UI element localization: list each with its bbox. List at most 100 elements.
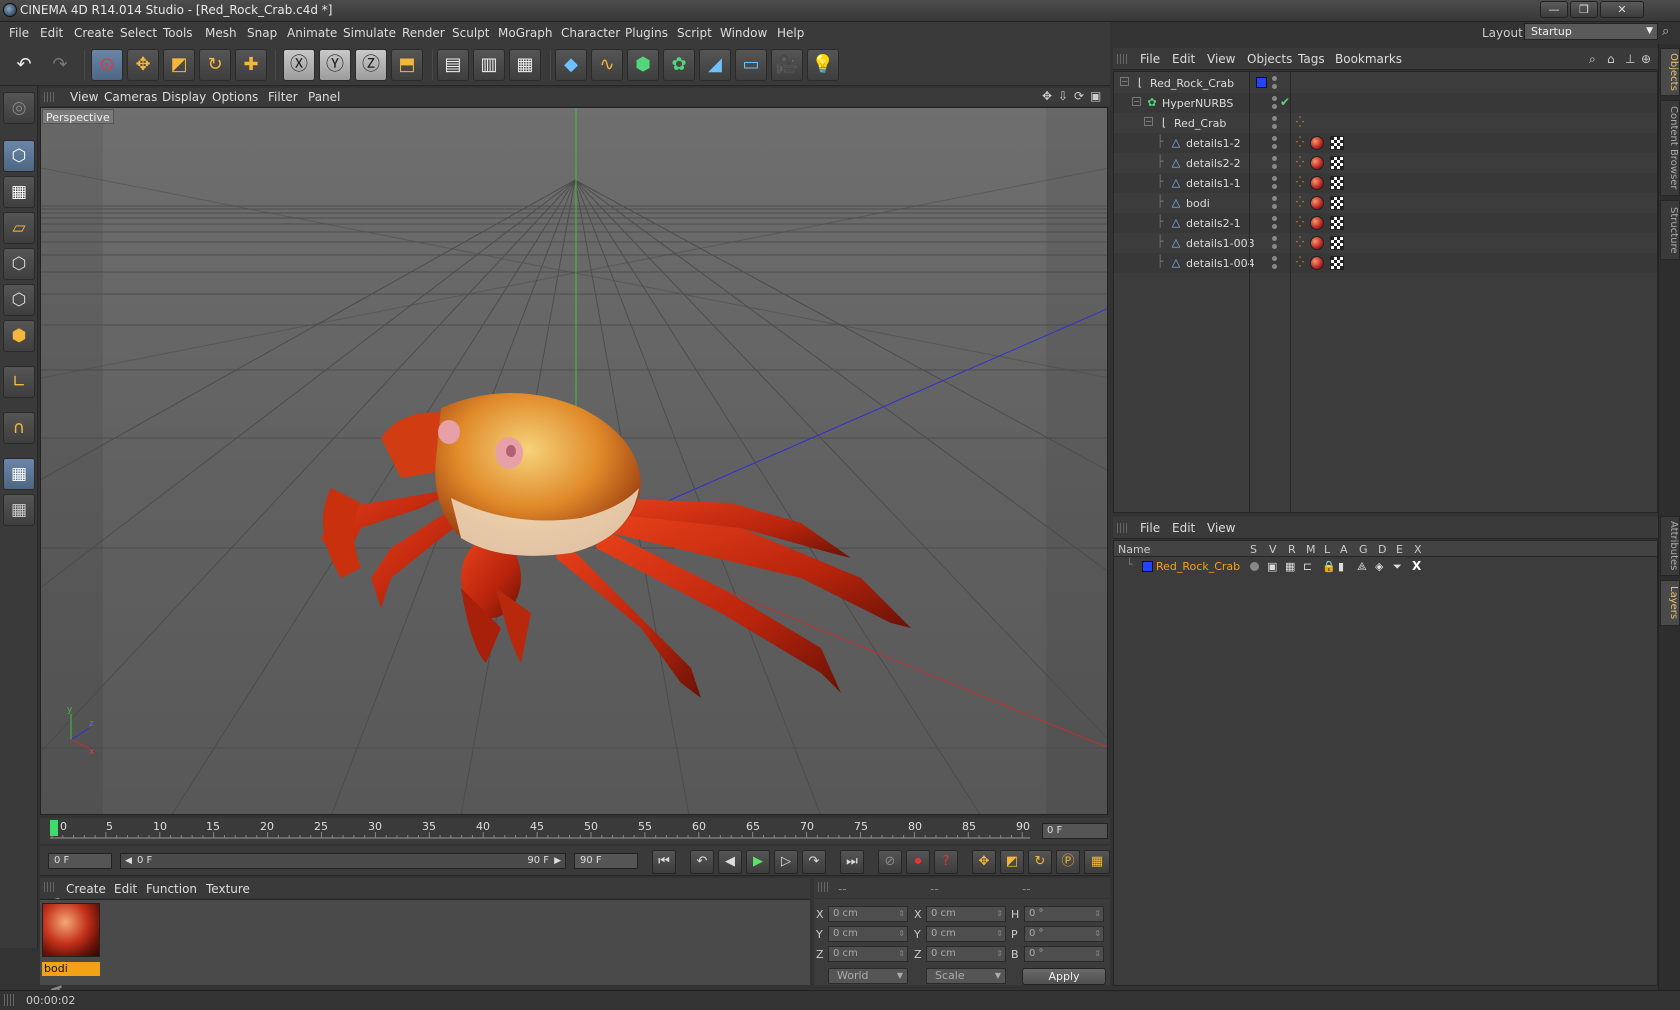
object-name[interactable]: details1-2 — [1186, 137, 1241, 150]
layer-col-animation[interactable]: A — [1340, 543, 1348, 556]
record-keys-icon[interactable]: ⊘ — [878, 850, 902, 874]
menu-mesh[interactable]: Mesh — [205, 26, 237, 40]
material-tag-icon[interactable] — [1310, 256, 1324, 270]
add-object-icon[interactable]: ✚ — [235, 49, 267, 81]
texture-mode-icon[interactable]: ▦ — [3, 176, 35, 208]
add-panel-icon[interactable]: ⊕ — [1641, 52, 1651, 66]
model-mode-icon[interactable]: ⬡ — [3, 140, 35, 172]
phong-tag-icon[interactable]: ⁛ — [1296, 158, 1306, 168]
lock-icon[interactable]: 🔒 — [1322, 560, 1336, 573]
key-parameter-icon[interactable]: Ⓟ — [1056, 850, 1080, 874]
position-z-field[interactable]: 0 cm — [828, 946, 908, 962]
maximize-button[interactable]: ❐ — [1570, 1, 1598, 18]
object-name[interactable]: HyperNURBS — [1162, 97, 1233, 110]
menu-mograph[interactable]: MoGraph — [498, 26, 553, 40]
layer-col-generators[interactable]: G — [1359, 543, 1368, 556]
object-row[interactable]: ├ △ details2-1 ⁛ — [1114, 213, 1657, 233]
object-name[interactable]: details2-2 — [1186, 157, 1241, 170]
rotate-icon[interactable]: ↻ — [199, 49, 231, 81]
layout-select[interactable]: Startup ▼ — [1524, 23, 1658, 40]
menu-sculpt[interactable]: Sculpt — [452, 26, 489, 40]
render-picture-viewer-icon[interactable]: ▥ — [473, 49, 505, 81]
render-view-icon[interactable]: ▤ — [437, 49, 469, 81]
hierarchy-icon[interactable]: ⊥ — [1625, 52, 1635, 66]
menu-file[interactable]: File — [9, 26, 29, 40]
end-frame-field[interactable]: 90 F — [574, 853, 638, 869]
coord-space-select[interactable]: World ▼ — [828, 968, 908, 984]
menu-plugins[interactable]: Plugins — [625, 26, 668, 40]
object-row[interactable]: ├ △ details1-1 ⁛ — [1114, 173, 1657, 193]
object-name[interactable]: Red_Rock_Crab — [1150, 77, 1234, 90]
object-row[interactable]: ├ △ bodi ⁛ — [1114, 193, 1657, 213]
menu-window[interactable]: Window — [720, 26, 767, 40]
viewport-menu-view[interactable]: View — [70, 90, 98, 104]
rotation-p-field[interactable]: 0 ° — [1024, 926, 1104, 942]
object-row[interactable]: ├ △ details2-2 ⁛ — [1114, 153, 1657, 173]
key-rotation-icon[interactable]: ↻ — [1028, 850, 1052, 874]
deformer-icon[interactable]: ◢ — [699, 49, 731, 81]
tab-content-browser[interactable]: Content Browser — [1660, 100, 1680, 196]
viewport-menu-panel[interactable]: Panel — [308, 90, 340, 104]
enabled-check-icon[interactable]: ✔ — [1280, 95, 1290, 109]
layer-col-manager[interactable]: M — [1306, 543, 1316, 556]
object-name[interactable]: details1-1 — [1186, 177, 1241, 190]
apply-button[interactable]: Apply — [1022, 968, 1106, 985]
home-icon[interactable]: ⌂ — [1607, 52, 1615, 66]
viewport-perspective[interactable]: y z x — [40, 107, 1108, 815]
autokey-icon[interactable]: ⏺ — [906, 850, 930, 874]
orbit-icon[interactable]: ⟳ — [1074, 89, 1084, 103]
menu-tools[interactable]: Tools — [163, 26, 193, 40]
material-tag-icon[interactable] — [1310, 176, 1324, 190]
phong-tag-icon[interactable]: ⁛ — [1296, 258, 1306, 268]
spline-icon[interactable]: ∿ — [591, 49, 623, 81]
start-frame-field[interactable]: 0 F — [48, 853, 112, 869]
layer-menu-edit[interactable]: Edit — [1172, 521, 1195, 535]
material-tag-icon[interactable] — [1310, 216, 1324, 230]
search-icon[interactable]: ⌕ — [1589, 52, 1596, 67]
layer-menu-file[interactable]: File — [1140, 521, 1160, 535]
z-axis-lock-icon[interactable]: Ⓩ — [355, 49, 387, 81]
viewport-menu-cameras[interactable]: Cameras — [104, 90, 157, 104]
material-tag-icon[interactable] — [1310, 136, 1324, 150]
phong-tag-icon[interactable]: ⁛ — [1296, 118, 1306, 128]
material-menu-texture[interactable]: Texture — [206, 882, 250, 896]
light-icon[interactable]: 💡 — [807, 49, 839, 81]
layer-col-visible[interactable]: V — [1269, 543, 1277, 556]
live-selection-icon[interactable]: ⊙ — [91, 49, 123, 81]
snap-magnet-icon[interactable]: ∩ — [3, 412, 35, 444]
close-button[interactable]: ✕ — [1600, 1, 1644, 18]
visibility-toggle[interactable] — [1272, 156, 1278, 170]
viewport-menu-options[interactable]: Options — [212, 90, 258, 104]
uvw-tag-icon[interactable] — [1330, 136, 1344, 150]
uvw-tag-icon[interactable] — [1330, 256, 1344, 270]
goto-end-icon[interactable]: ⏭ — [840, 850, 864, 874]
layer-col-locked[interactable]: L — [1324, 543, 1330, 556]
crab-model[interactable] — [321, 393, 911, 698]
animation-icon[interactable]: ▮ — [1338, 560, 1344, 573]
menu-snap[interactable]: Snap — [247, 26, 277, 40]
visibility-toggle[interactable] — [1272, 196, 1278, 210]
workplane-icon[interactable]: ▱ — [3, 212, 35, 244]
goto-start-icon[interactable]: ⏮ — [652, 850, 676, 874]
material-menu-create[interactable]: Create — [66, 882, 106, 896]
layer-col-render[interactable]: R — [1288, 543, 1296, 556]
camera-icon[interactable]: 🎥 — [771, 49, 803, 81]
menu-animate[interactable]: Animate — [287, 26, 337, 40]
menu-character[interactable]: Character — [561, 26, 620, 40]
tab-structure[interactable]: Structure — [1660, 200, 1680, 260]
visibility-toggle[interactable] — [1272, 116, 1278, 130]
object-row[interactable]: ├ △ details1-2 ⁛ — [1114, 133, 1657, 153]
nurbs-icon[interactable]: ⬢ — [627, 49, 659, 81]
phong-tag-icon[interactable]: ⁛ — [1296, 218, 1306, 228]
object-name[interactable]: details1-004 — [1186, 257, 1255, 270]
array-icon[interactable]: ✿ — [663, 49, 695, 81]
keyframe-selection-icon[interactable]: ? — [934, 850, 958, 874]
current-frame-field[interactable]: 0 F — [1042, 823, 1108, 839]
menu-script[interactable]: Script — [677, 26, 712, 40]
timeline-window-icon[interactable]: ▦ — [1084, 850, 1110, 874]
object-row[interactable]: − ⌊ Red_Crab ⁛ — [1114, 113, 1657, 133]
floor-icon[interactable]: ▭ — [735, 49, 767, 81]
menu-render[interactable]: Render — [402, 26, 445, 40]
obj-menu-tags[interactable]: Tags — [1298, 52, 1325, 66]
y-axis-lock-icon[interactable]: Ⓨ — [319, 49, 351, 81]
